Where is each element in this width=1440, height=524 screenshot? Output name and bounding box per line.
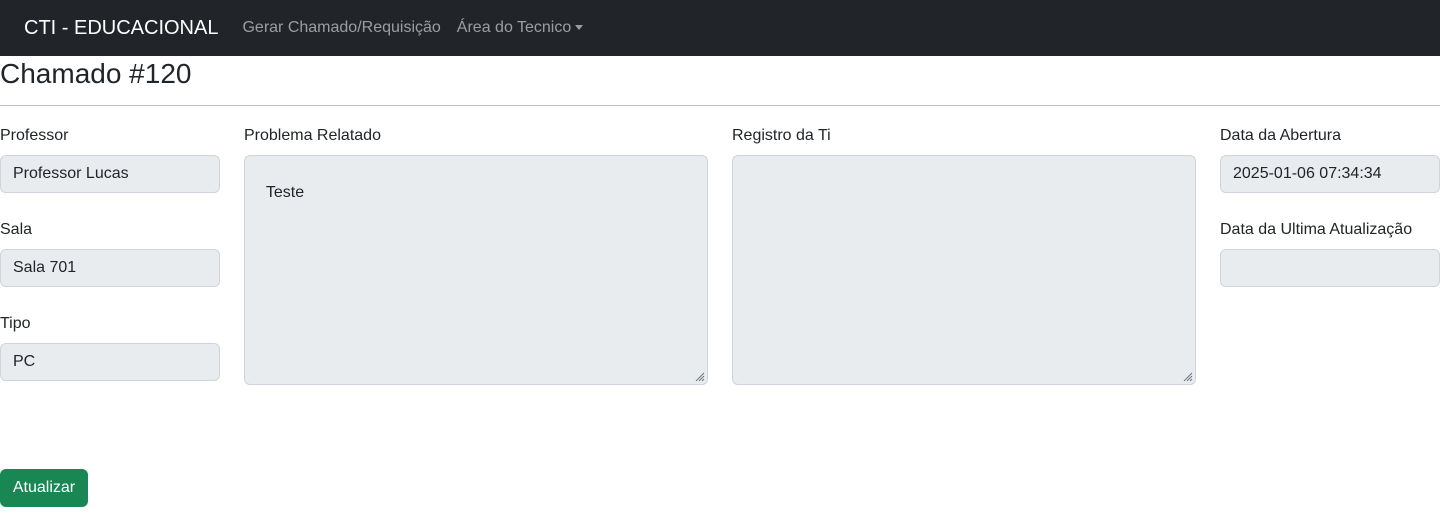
problema-label: Problema Relatado xyxy=(244,127,381,144)
divider xyxy=(0,105,1440,106)
nav-link-label: Área do Tecnico xyxy=(456,19,572,36)
tipo-field[interactable]: PC xyxy=(0,343,220,381)
sala-field[interactable]: Sala 701 xyxy=(0,249,220,287)
data-atualizacao-field[interactable] xyxy=(1220,249,1440,287)
navbar-brand[interactable]: CTI - EDUCACIONAL xyxy=(24,17,218,40)
problema-textarea[interactable]: Teste xyxy=(244,155,708,385)
registro-textarea[interactable] xyxy=(732,155,1196,385)
professor-label: Professor xyxy=(0,127,69,144)
professor-field[interactable]: Professor Lucas xyxy=(0,155,220,193)
resize-grip-icon[interactable] xyxy=(1181,370,1193,382)
top-navbar: CTI - EDUCACIONAL Gerar Chamado/Requisiç… xyxy=(0,0,1440,56)
nav-link-label: Gerar Chamado/Requisição xyxy=(242,19,441,36)
problema-text: Teste xyxy=(265,184,305,201)
data-abertura-field[interactable]: 2025-01-06 07:34:34 xyxy=(1220,155,1440,193)
update-button[interactable]: Atualizar xyxy=(0,469,88,507)
chevron-down-icon xyxy=(575,24,584,30)
registro-label: Registro da Ti xyxy=(732,127,831,144)
nav-link-gerar-chamado[interactable]: Gerar Chamado/Requisição xyxy=(242,19,440,37)
resize-grip-icon[interactable] xyxy=(693,370,705,382)
data-atualizacao-label: Data da Ultima Atualização xyxy=(1220,221,1413,238)
nav-dropdown-area-tecnico[interactable]: Área do Tecnico xyxy=(456,19,584,37)
sala-label: Sala xyxy=(0,221,33,238)
data-abertura-label: Data da Abertura xyxy=(1220,127,1341,144)
tipo-label: Tipo xyxy=(0,315,31,332)
page-title: Chamado #120 xyxy=(0,58,192,89)
